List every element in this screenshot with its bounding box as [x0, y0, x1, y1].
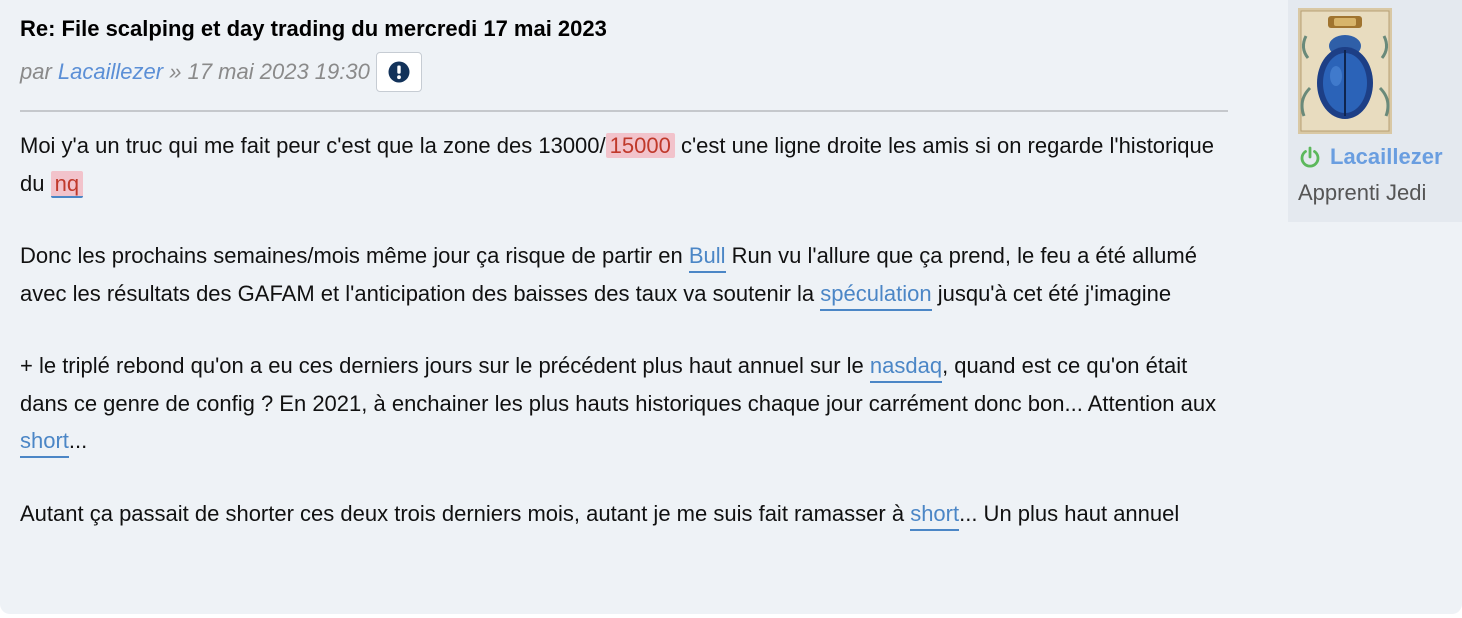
forum-post: Re: File scalping et day trading du merc… [0, 0, 1462, 614]
keyword-nasdaq[interactable]: nasdaq [869, 353, 943, 383]
text-span: jusqu'à cet été j'imagine [931, 280, 1172, 306]
post-profile: Lacaillezer Apprenti Jedi [1288, 0, 1462, 222]
online-power-icon [1298, 145, 1322, 169]
paragraph-3: + le triplé rebond qu'on a eu ces dernie… [20, 347, 1228, 460]
user-rank: Apprenti Jedi [1298, 180, 1427, 205]
post-title[interactable]: Re: File scalping et day trading du merc… [20, 14, 1228, 44]
keyword-short[interactable]: short [20, 428, 69, 458]
text-span: + le triplé rebond qu'on a eu ces dernie… [20, 353, 870, 378]
meta-separator: » [169, 59, 182, 84]
text-span: Moi y'a un truc qui me fait peur c'est q… [20, 133, 606, 158]
profile-username[interactable]: Lacaillezer [1298, 144, 1443, 170]
keyword-15000[interactable]: 15000 [605, 133, 675, 158]
exclamation-circle-icon [388, 61, 410, 83]
post-author-line: par Lacaillezer » 17 mai 2023 19:30 [20, 59, 370, 85]
post-body: Re: File scalping et day trading du merc… [20, 14, 1228, 567]
post-author-link[interactable]: Lacaillezer [58, 59, 163, 84]
text-span: Donc les prochains semaines/mois même jo… [20, 243, 689, 268]
by-prefix: par [20, 59, 52, 84]
keyword-speculation[interactable]: spéculation [820, 280, 932, 311]
post-content: Moi y'a un truc qui me fait peur c'est q… [20, 127, 1228, 532]
paragraph-1: Moi y'a un truc qui me fait peur c'est q… [20, 127, 1228, 202]
keyword-short[interactable]: short [910, 500, 960, 531]
avatar[interactable] [1298, 8, 1392, 134]
paragraph-2: Donc les prochains semaines/mois même jo… [20, 237, 1228, 312]
username-text[interactable]: Lacaillezer [1330, 144, 1443, 170]
keyword-bull[interactable]: Bull [688, 243, 726, 273]
post-divider [20, 110, 1228, 112]
report-button[interactable] [375, 52, 422, 92]
text-span: ... [68, 428, 88, 453]
text-span: Autant ça passait de shorter ces deux tr… [20, 500, 911, 526]
text-span: ... Un plus haut annuel [959, 500, 1180, 526]
post-datetime: 17 mai 2023 19:30 [187, 59, 370, 84]
paragraph-4: Autant ça passait de shorter ces deux tr… [20, 495, 1228, 533]
post-meta: par Lacaillezer » 17 mai 2023 19:30 [20, 52, 1228, 92]
keyword-nq[interactable]: nq [50, 170, 84, 198]
